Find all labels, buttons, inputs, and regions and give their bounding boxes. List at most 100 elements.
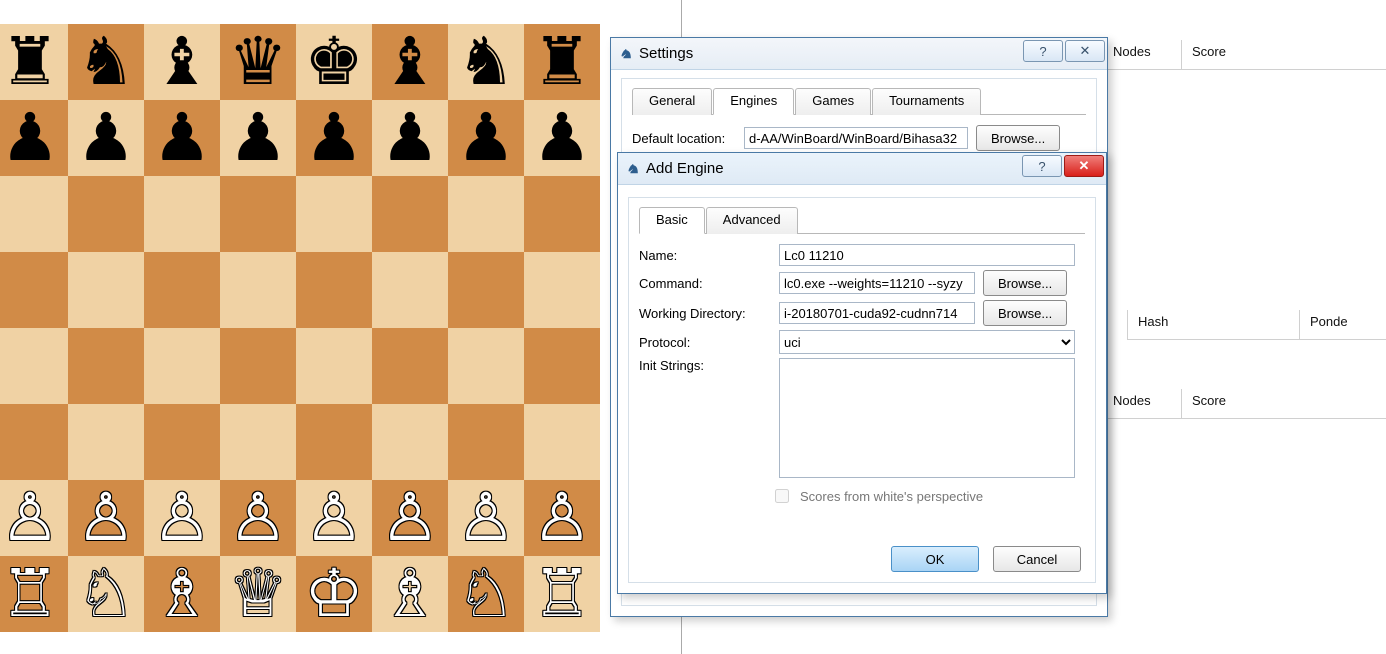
ok-button[interactable]: OK bbox=[891, 546, 979, 572]
name-input[interactable] bbox=[779, 244, 1075, 266]
square-d6[interactable] bbox=[220, 176, 296, 252]
close-button[interactable]: ✕ bbox=[1064, 155, 1104, 177]
piece-P[interactable]: ♙ bbox=[228, 485, 287, 551]
square-c5[interactable] bbox=[144, 252, 220, 328]
square-e5[interactable] bbox=[296, 252, 372, 328]
protocol-select[interactable]: uci bbox=[779, 330, 1075, 354]
workdir-input[interactable] bbox=[779, 302, 975, 324]
piece-P[interactable]: ♙ bbox=[380, 485, 439, 551]
browse-default-location-button[interactable]: Browse... bbox=[976, 125, 1060, 151]
square-e2[interactable]: ♙ bbox=[296, 480, 372, 556]
square-d8[interactable]: ♛ bbox=[220, 24, 296, 100]
piece-n[interactable]: ♞ bbox=[76, 29, 135, 95]
square-b6[interactable] bbox=[68, 176, 144, 252]
default-location-input[interactable] bbox=[744, 127, 968, 149]
square-a1[interactable]: ♖ bbox=[0, 556, 68, 632]
piece-q[interactable]: ♛ bbox=[228, 29, 287, 95]
piece-n[interactable]: ♞ bbox=[456, 29, 515, 95]
piece-p[interactable]: ♟ bbox=[228, 105, 287, 171]
square-h1[interactable]: ♖ bbox=[524, 556, 600, 632]
square-c2[interactable]: ♙ bbox=[144, 480, 220, 556]
square-b7[interactable]: ♟ bbox=[68, 100, 144, 176]
square-a5[interactable] bbox=[0, 252, 68, 328]
square-g5[interactable] bbox=[448, 252, 524, 328]
browse-command-button[interactable]: Browse... bbox=[983, 270, 1067, 296]
square-d1[interactable]: ♕ bbox=[220, 556, 296, 632]
help-button[interactable]: ? bbox=[1023, 40, 1063, 62]
piece-K[interactable]: ♔ bbox=[304, 561, 363, 627]
square-g1[interactable]: ♘ bbox=[448, 556, 524, 632]
piece-b[interactable]: ♝ bbox=[152, 29, 211, 95]
square-b8[interactable]: ♞ bbox=[68, 24, 144, 100]
square-a3[interactable] bbox=[0, 404, 68, 480]
browse-workdir-button[interactable]: Browse... bbox=[983, 300, 1067, 326]
column-header-score-2[interactable]: Score bbox=[1181, 389, 1386, 419]
square-b5[interactable] bbox=[68, 252, 144, 328]
add-engine-titlebar[interactable]: Add Engine ? ✕ bbox=[618, 153, 1106, 185]
square-h5[interactable] bbox=[524, 252, 600, 328]
piece-p[interactable]: ♟ bbox=[76, 105, 135, 171]
square-f2[interactable]: ♙ bbox=[372, 480, 448, 556]
square-f1[interactable]: ♗ bbox=[372, 556, 448, 632]
square-b1[interactable]: ♘ bbox=[68, 556, 144, 632]
square-a4[interactable] bbox=[0, 328, 68, 404]
square-d3[interactable] bbox=[220, 404, 296, 480]
tab-tournaments[interactable]: Tournaments bbox=[872, 88, 981, 115]
square-f6[interactable] bbox=[372, 176, 448, 252]
square-h3[interactable] bbox=[524, 404, 600, 480]
square-e6[interactable] bbox=[296, 176, 372, 252]
square-h6[interactable] bbox=[524, 176, 600, 252]
piece-r[interactable]: ♜ bbox=[0, 29, 59, 95]
settings-titlebar[interactable]: Settings ? ✕ bbox=[611, 38, 1107, 70]
square-c8[interactable]: ♝ bbox=[144, 24, 220, 100]
square-c3[interactable] bbox=[144, 404, 220, 480]
column-header-hash[interactable]: Hash bbox=[1127, 310, 1300, 340]
column-header-nodes-2[interactable]: Nodes bbox=[1102, 389, 1182, 419]
square-e3[interactable] bbox=[296, 404, 372, 480]
piece-p[interactable]: ♟ bbox=[532, 105, 591, 171]
tab-basic[interactable]: Basic bbox=[639, 207, 705, 234]
piece-p[interactable]: ♟ bbox=[0, 105, 59, 171]
square-a8[interactable]: ♜ bbox=[0, 24, 68, 100]
square-c6[interactable] bbox=[144, 176, 220, 252]
square-h2[interactable]: ♙ bbox=[524, 480, 600, 556]
column-header-ponder[interactable]: Ponde bbox=[1299, 310, 1386, 340]
square-e8[interactable]: ♚ bbox=[296, 24, 372, 100]
square-h4[interactable] bbox=[524, 328, 600, 404]
column-header-nodes[interactable]: Nodes bbox=[1102, 40, 1182, 70]
piece-P[interactable]: ♙ bbox=[532, 485, 591, 551]
piece-P[interactable]: ♙ bbox=[0, 485, 59, 551]
square-h7[interactable]: ♟ bbox=[524, 100, 600, 176]
square-c4[interactable] bbox=[144, 328, 220, 404]
square-d5[interactable] bbox=[220, 252, 296, 328]
square-d4[interactable] bbox=[220, 328, 296, 404]
tab-engines[interactable]: Engines bbox=[713, 88, 794, 115]
square-g3[interactable] bbox=[448, 404, 524, 480]
square-e4[interactable] bbox=[296, 328, 372, 404]
piece-B[interactable]: ♗ bbox=[152, 561, 211, 627]
piece-B[interactable]: ♗ bbox=[380, 561, 439, 627]
piece-N[interactable]: ♘ bbox=[76, 561, 135, 627]
square-f8[interactable]: ♝ bbox=[372, 24, 448, 100]
piece-p[interactable]: ♟ bbox=[380, 105, 439, 171]
piece-p[interactable]: ♟ bbox=[456, 105, 515, 171]
square-b3[interactable] bbox=[68, 404, 144, 480]
init-strings-textarea[interactable] bbox=[779, 358, 1075, 478]
piece-b[interactable]: ♝ bbox=[380, 29, 439, 95]
piece-N[interactable]: ♘ bbox=[456, 561, 515, 627]
square-f4[interactable] bbox=[372, 328, 448, 404]
piece-k[interactable]: ♚ bbox=[304, 29, 363, 95]
square-b4[interactable] bbox=[68, 328, 144, 404]
tab-games[interactable]: Games bbox=[795, 88, 871, 115]
piece-R[interactable]: ♖ bbox=[532, 561, 591, 627]
chessboard[interactable]: ♜♞♝♛♚♝♞♜♟♟♟♟♟♟♟♟♙♙♙♙♙♙♙♙♖♘♗♕♔♗♘♖ bbox=[0, 24, 597, 634]
scores-perspective-checkbox[interactable] bbox=[775, 489, 789, 503]
square-f5[interactable] bbox=[372, 252, 448, 328]
square-f7[interactable]: ♟ bbox=[372, 100, 448, 176]
square-d2[interactable]: ♙ bbox=[220, 480, 296, 556]
square-c1[interactable]: ♗ bbox=[144, 556, 220, 632]
square-h8[interactable]: ♜ bbox=[524, 24, 600, 100]
piece-P[interactable]: ♙ bbox=[76, 485, 135, 551]
piece-p[interactable]: ♟ bbox=[152, 105, 211, 171]
help-button[interactable]: ? bbox=[1022, 155, 1062, 177]
